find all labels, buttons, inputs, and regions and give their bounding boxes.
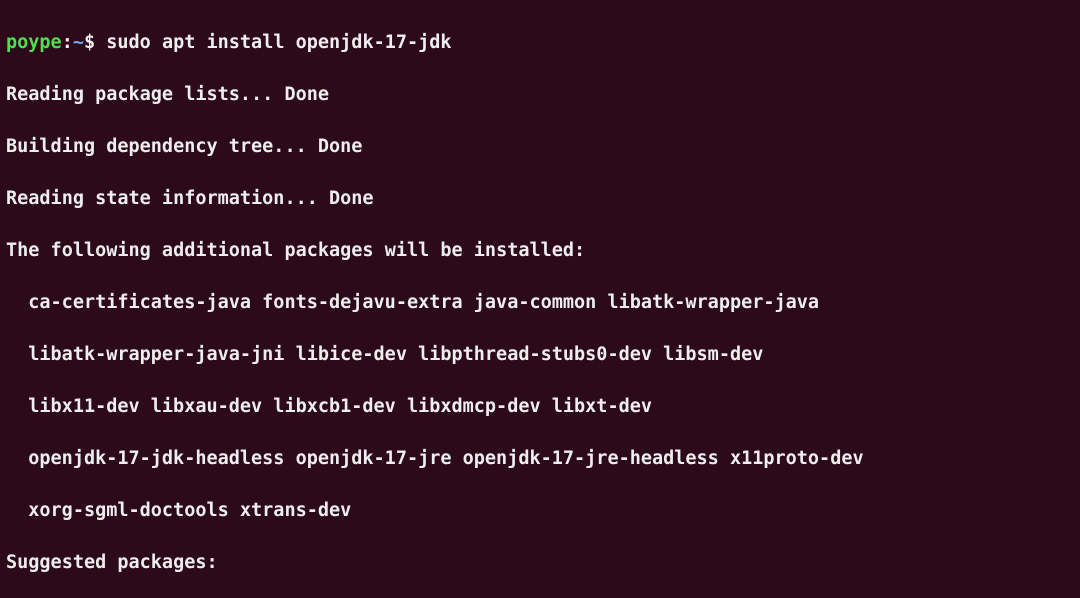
out-reading-lists: Reading package lists... Done: [6, 82, 1074, 108]
terminal[interactable]: poype:~$ sudo apt install openjdk-17-jdk…: [0, 0, 1080, 598]
out-additional-5: xorg-sgml-doctools xtrans-dev: [6, 498, 1074, 524]
out-additional-3: libx11-dev libxau-dev libxcb1-dev libxdm…: [6, 394, 1074, 420]
out-reading-state: Reading state information... Done: [6, 186, 1074, 212]
prompt-colon: :: [62, 32, 73, 53]
prompt-user: poype: [6, 32, 62, 53]
prompt-line: poype:~$ sudo apt install openjdk-17-jdk: [6, 30, 1074, 56]
out-additional-1: ca-certificates-java fonts-dejavu-extra …: [6, 290, 1074, 316]
out-additional-2: libatk-wrapper-java-jni libice-dev libpt…: [6, 342, 1074, 368]
out-building-tree: Building dependency tree... Done: [6, 134, 1074, 160]
command-text: sudo apt install openjdk-17-jdk: [106, 32, 451, 53]
out-suggested-header: Suggested packages:: [6, 550, 1074, 576]
prompt-path: ~: [73, 32, 84, 53]
prompt-dollar: $: [84, 32, 106, 53]
out-additional-4: openjdk-17-jdk-headless openjdk-17-jre o…: [6, 446, 1074, 472]
out-additional-header: The following additional packages will b…: [6, 238, 1074, 264]
